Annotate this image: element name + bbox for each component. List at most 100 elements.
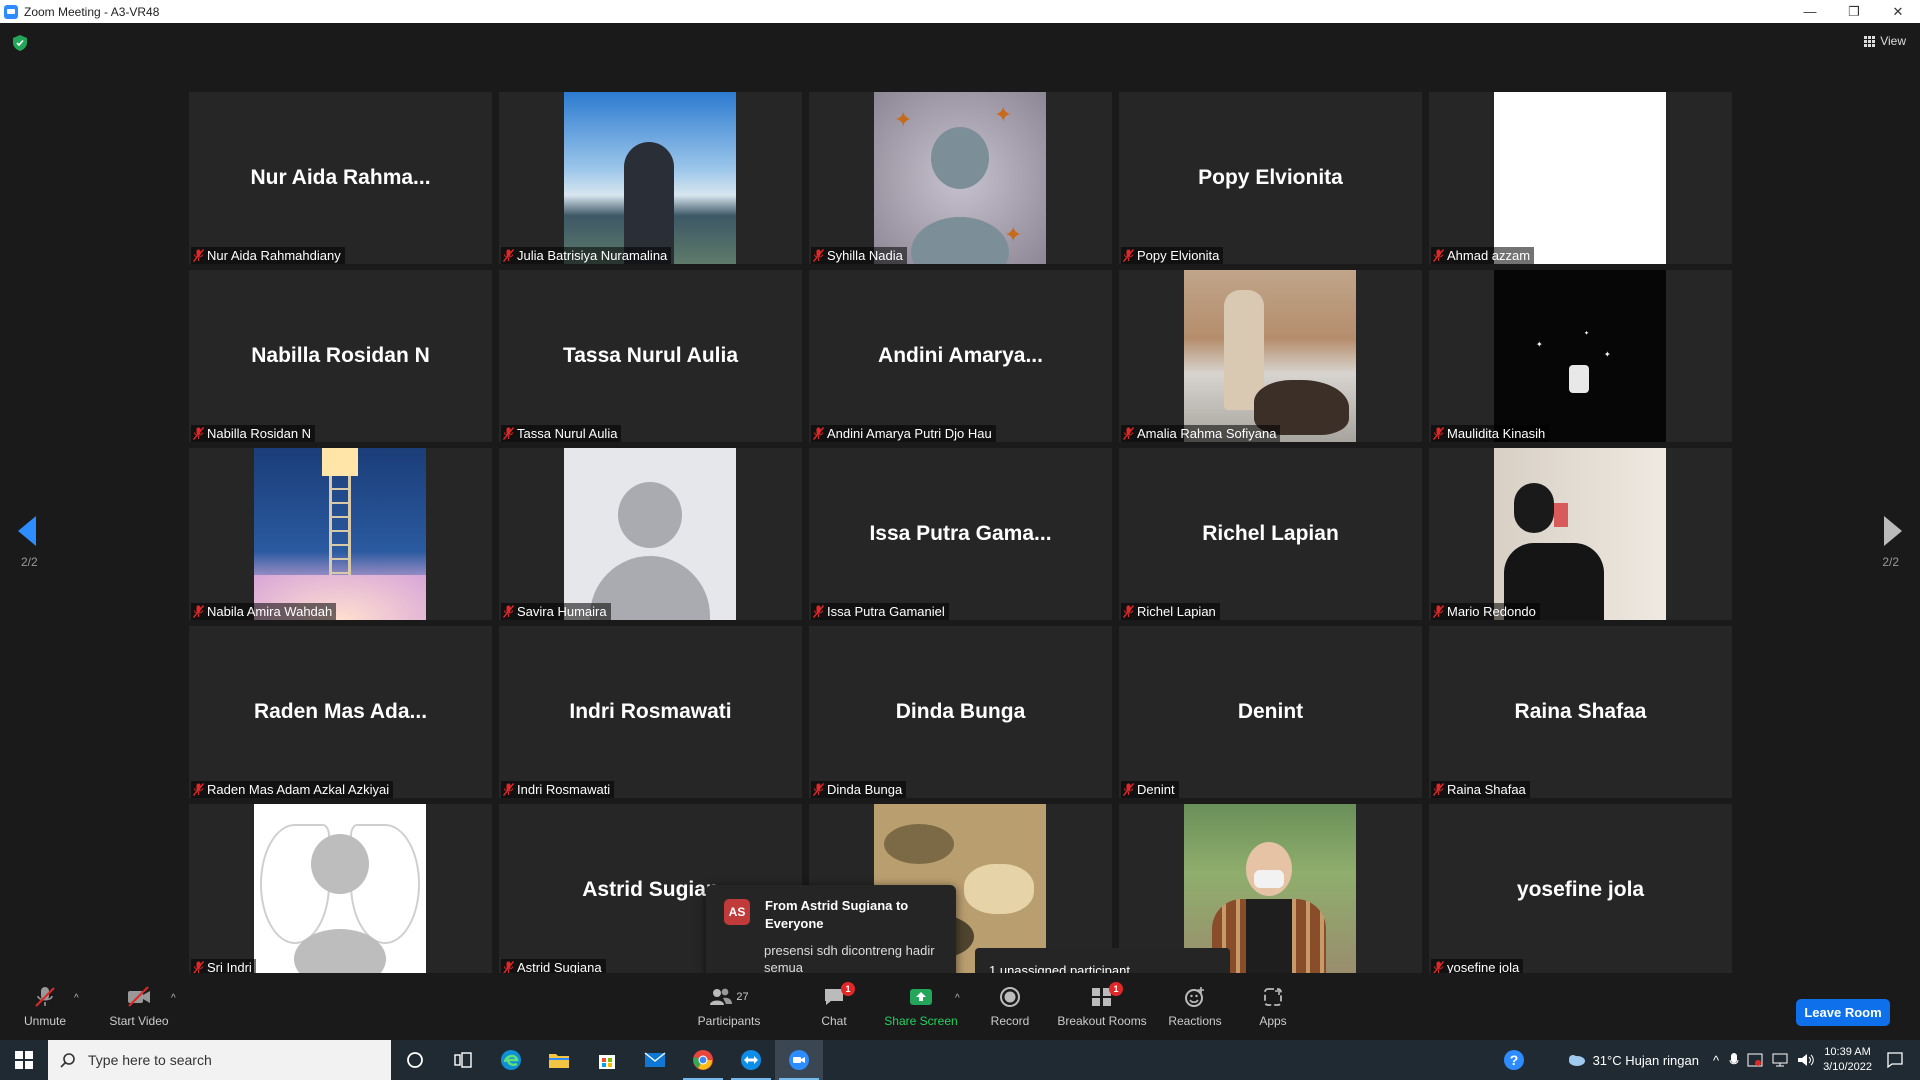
share-screen-label: Share Screen	[884, 1013, 958, 1028]
apps-button[interactable]: Apps	[1256, 973, 1290, 1040]
network-icon[interactable]	[1771, 1052, 1789, 1068]
participant-gallery: Nur Aida Rahma... Nur Aida Rahmahdiany Jul…	[189, 92, 1732, 976]
leave-room-button[interactable]: Leave Room	[1796, 999, 1890, 1026]
task-view-icon[interactable]	[439, 1040, 487, 1080]
microsoft-store-icon[interactable]	[583, 1040, 631, 1080]
participant-tile[interactable]: ✦ ✦ ✦ Maulidita Kinasih	[1429, 270, 1732, 442]
share-options-caret-icon[interactable]: ^	[955, 993, 960, 1004]
chat-label: Chat	[821, 1013, 847, 1028]
teamviewer-icon[interactable]	[727, 1040, 775, 1080]
weather-cloud-icon[interactable]	[1565, 1052, 1587, 1068]
share-screen-button[interactable]: Share Screen	[884, 973, 958, 1040]
taskbar-search-box[interactable]: Type here to search	[48, 1040, 391, 1080]
chat-button[interactable]: 1 Chat	[812, 973, 856, 1040]
encryption-shield-icon[interactable]	[13, 35, 27, 51]
participant-tile[interactable]: Savira Humaira	[499, 448, 802, 620]
reactions-button[interactable]: Reactions	[1166, 973, 1224, 1040]
windows-taskbar: Type here to search ? 31°C Hujan ringan …	[0, 1040, 1920, 1080]
participants-button[interactable]: 27 Participants	[694, 973, 764, 1040]
participant-name-label: Nabilla Rosidan N	[191, 425, 316, 442]
close-button[interactable]: ✕	[1876, 0, 1920, 23]
participant-tile[interactable]: Mario Redondo	[1429, 448, 1732, 620]
participant-tile[interactable]: ✦ ✦ ✦ Syhilla Nadia	[809, 92, 1112, 264]
apps-icon	[1260, 986, 1286, 1008]
participant-tile[interactable]: Popy Elvionita Popy Elvionita	[1119, 92, 1422, 264]
participant-tile[interactable]: yosefine jola yosefine jola	[1429, 804, 1732, 976]
participant-display-name: Issa Putra Gama...	[869, 522, 1052, 545]
volume-icon[interactable]	[1797, 1052, 1815, 1068]
participant-tile[interactable]: Richel Lapian Richel Lapian	[1119, 448, 1422, 620]
edge-browser-icon[interactable]	[487, 1040, 535, 1080]
minimize-button[interactable]: —	[1788, 0, 1832, 23]
zoom-taskbar-icon[interactable]	[775, 1040, 823, 1080]
participant-tile[interactable]: Sri Indri	[189, 804, 492, 976]
next-page-arrow-icon[interactable]	[1884, 516, 1902, 546]
participant-name: Denint	[1137, 782, 1175, 797]
participant-tile[interactable]: Julia Batrisiya Nuramalina	[499, 92, 802, 264]
view-button[interactable]: View	[1864, 34, 1906, 48]
record-label: Record	[990, 1013, 1030, 1028]
start-video-button[interactable]: Start Video	[104, 973, 174, 1040]
record-button[interactable]: Record	[986, 973, 1034, 1040]
participant-tile[interactable]: Nabilla Rosidan N Nabilla Rosidan N	[189, 270, 492, 442]
page-indicator-right: 2/2	[1882, 555, 1899, 569]
grid-view-icon	[1864, 35, 1876, 47]
muted-microphone-icon	[193, 605, 204, 618]
muted-microphone-icon	[1433, 783, 1444, 796]
record-icon	[997, 986, 1023, 1008]
unmute-label: Unmute	[23, 1013, 67, 1028]
participant-tile[interactable]: Ahmad azzam	[1429, 92, 1732, 264]
unmute-button[interactable]: Unmute	[20, 973, 70, 1040]
participant-tile[interactable]: Andini Amarya... Andini Amarya Putri Djo …	[809, 270, 1112, 442]
chat-notification-sender: From Astrid Sugiana to Everyone	[765, 898, 909, 931]
participant-name: Nabilla Rosidan N	[207, 426, 312, 441]
participant-display-name: Raden Mas Ada...	[253, 700, 428, 723]
clock-date: 3/10/2022	[1823, 1061, 1872, 1073]
file-explorer-icon[interactable]	[535, 1040, 583, 1080]
participant-tile[interactable]: Issa Putra Gama... Issa Putra Gamaniel	[809, 448, 1112, 620]
muted-microphone-icon	[813, 249, 824, 262]
weather-text[interactable]: 31°C Hujan ringan	[1593, 1053, 1699, 1068]
chat-bubble-icon: 1	[821, 981, 855, 1008]
participant-name: Issa Putra Gamaniel	[827, 604, 945, 619]
participant-tile[interactable]: Amalia Rahma Sofiyana	[1119, 270, 1422, 442]
audio-options-caret-icon[interactable]: ^	[74, 993, 79, 1004]
breakout-rooms-button[interactable]: 1 Breakout Rooms	[1056, 973, 1148, 1040]
windows-start-button[interactable]	[0, 1040, 48, 1080]
apps-label: Apps	[1259, 1013, 1287, 1028]
participant-name: Savira Humaira	[517, 604, 607, 619]
restore-button[interactable]: ❐	[1832, 0, 1876, 23]
chrome-icon[interactable]	[679, 1040, 727, 1080]
participant-tile[interactable]: Dinda Bunga Dinda Bunga	[809, 626, 1112, 798]
participant-display-name: Richel Lapian	[1202, 522, 1339, 545]
video-options-caret-icon[interactable]: ^	[171, 993, 176, 1004]
help-icon[interactable]: ?	[1503, 1049, 1525, 1071]
participant-tile[interactable]: Denint Denint	[1119, 626, 1422, 798]
security-tray-icon[interactable]	[1747, 1052, 1763, 1068]
participant-name-label: Ahmad azzam	[1431, 247, 1535, 264]
participant-name-label: Richel Lapian	[1121, 603, 1220, 620]
chat-notification[interactable]: AS From Astrid Sugiana to Everyone prese…	[706, 885, 956, 991]
muted-microphone-icon	[503, 427, 514, 440]
svg-text:?: ?	[1509, 1052, 1518, 1068]
muted-microphone-icon	[1433, 249, 1444, 262]
participant-tile[interactable]: Nur Aida Rahma... Nur Aida Rahmahdiany	[189, 92, 492, 264]
system-clock[interactable]: 10:39 AM 3/10/2022	[1823, 1045, 1872, 1075]
participant-tile[interactable]: Raina Shafaa Raina Shafaa	[1429, 626, 1732, 798]
participant-tile[interactable]: Tassa Nurul Aulia Tassa Nurul Aulia	[499, 270, 802, 442]
participant-name-label: Raden Mas Adam Azkal Azkiyai	[191, 781, 394, 798]
participant-tile[interactable]: Raden Mas Ada... Raden Mas Adam Azkal Azk…	[189, 626, 492, 798]
microphone-tray-icon[interactable]	[1729, 1052, 1739, 1068]
participant-tile[interactable]: Indri Rosmawati Indri Rosmawati	[499, 626, 802, 798]
mail-icon[interactable]	[631, 1040, 679, 1080]
cortana-icon[interactable]	[391, 1040, 439, 1080]
muted-microphone-icon	[1433, 605, 1444, 618]
tray-overflow-chevron-icon[interactable]: ^	[1713, 1053, 1719, 1068]
notifications-icon[interactable]	[1886, 1051, 1904, 1069]
participant-tile[interactable]: Nabila Amira Wahdah	[189, 448, 492, 620]
previous-page-arrow-icon[interactable]	[18, 516, 36, 546]
participant-name: Indri Rosmawati	[517, 782, 611, 797]
participant-name: Andini Amarya Putri Djo Hau	[827, 426, 992, 441]
reactions-label: Reactions	[1168, 1013, 1222, 1028]
view-label: View	[1880, 34, 1906, 48]
